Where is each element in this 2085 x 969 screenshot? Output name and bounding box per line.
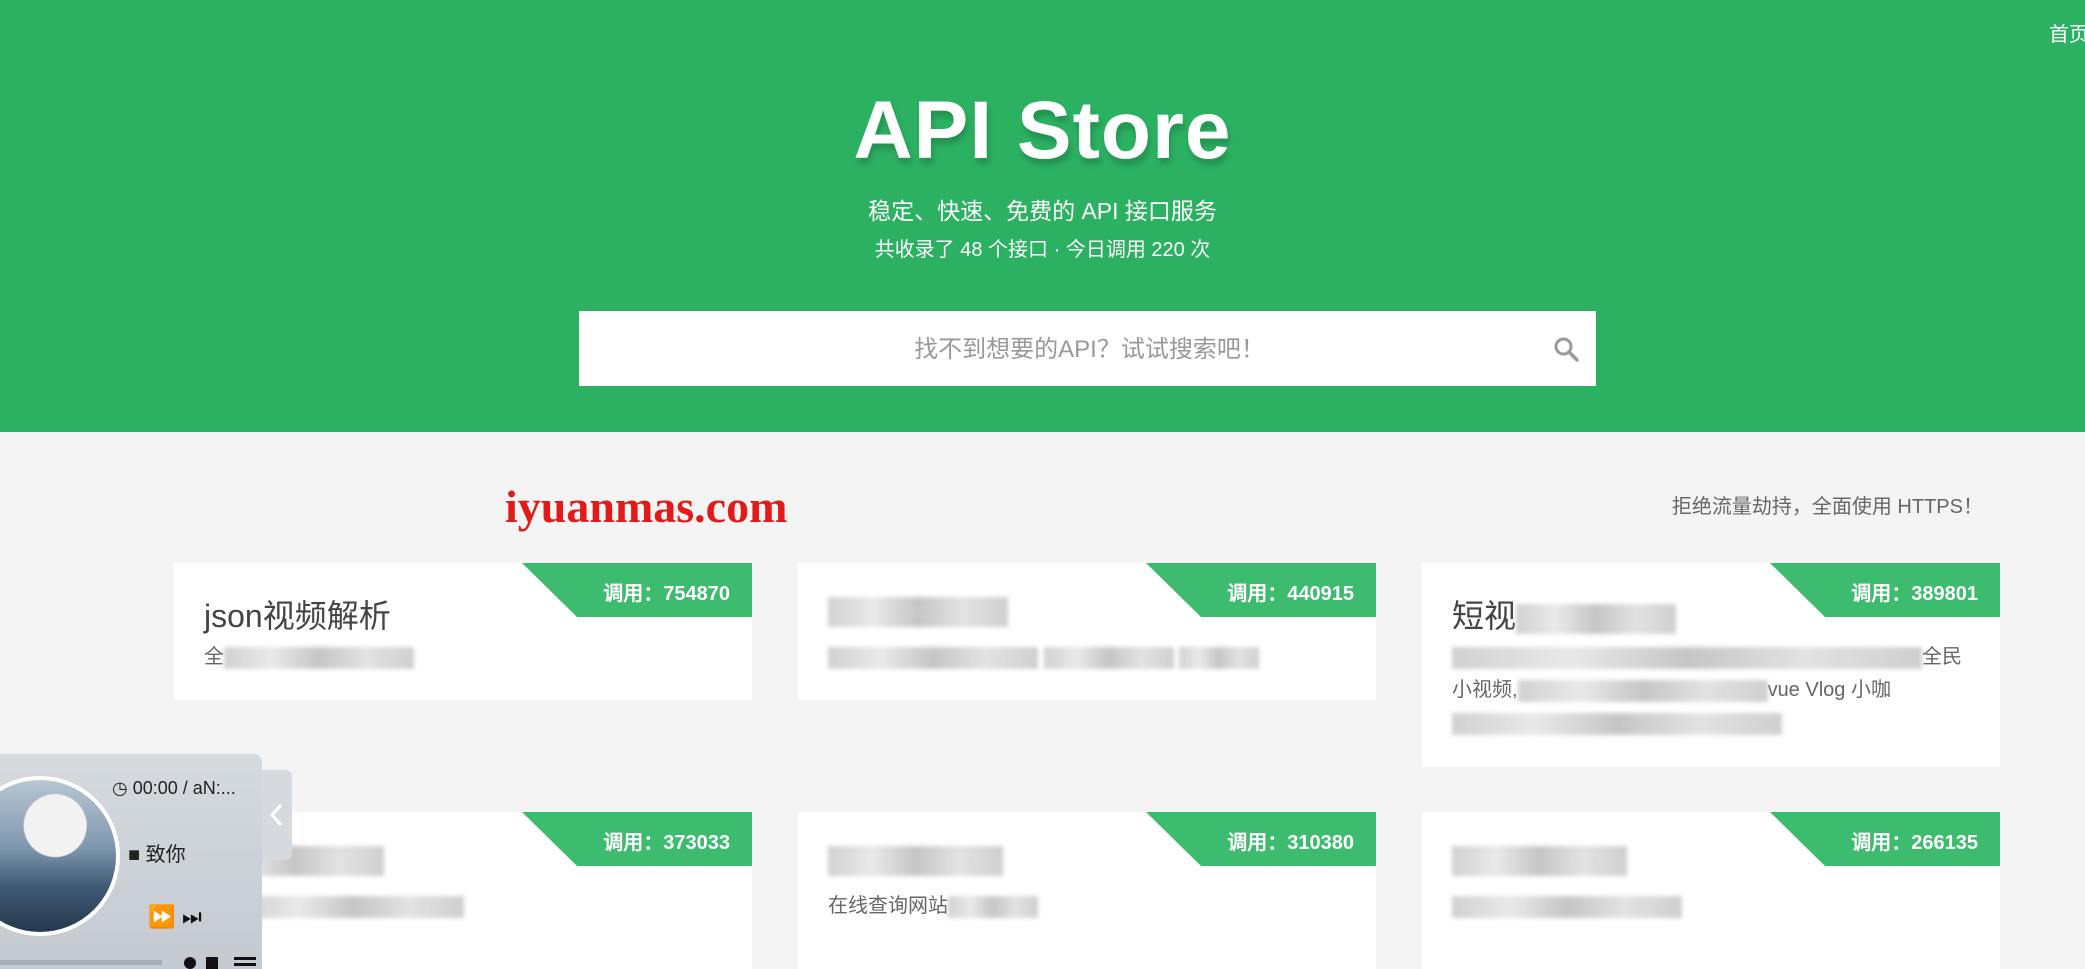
search-icon[interactable] (1552, 335, 1580, 363)
call-count: 调用：266135 (1851, 832, 1978, 854)
call-count: 调用：310380 (1227, 832, 1354, 854)
site-tagline: 稳定、快速、免费的 API 接口服务 (868, 198, 1217, 224)
music-player: ◷ 00:00 / aN:... ■ 致你 ⏩ ⏭ (0, 754, 262, 969)
card-desc-text: 在线查询网站 (828, 895, 948, 917)
call-count: 调用：373033 (603, 832, 730, 854)
card-desc (828, 641, 1338, 674)
api-card[interactable]: 调用：389801 短视 全民 小视频, vue Vlog 小咖 (1422, 563, 2000, 767)
card-title (828, 840, 1003, 877)
blurred-title (1452, 845, 1627, 876)
card-title: 短视 (1452, 591, 1677, 637)
play-button[interactable]: ⏩ (148, 904, 175, 930)
blurred-text (244, 895, 464, 918)
card-title (828, 591, 1008, 628)
blurred-text (1452, 712, 1782, 735)
card-desc: 全 (204, 641, 714, 674)
player-controls-bar (0, 957, 256, 969)
next-track-button[interactable]: ⏭ (182, 904, 202, 930)
playback-time-text: 00:00 / aN:... (132, 778, 236, 798)
hero-banner: 首页 API Store 稳定、快速、免费的 API 接口服务 共收录了 48 … (0, 0, 2085, 432)
loop-icon[interactable] (206, 957, 218, 969)
blurred-text (1452, 646, 1922, 669)
call-count: 调用：389801 (1851, 583, 1978, 605)
https-notice: 拒绝流量劫持，全面使用 HTTPS！ (1671, 496, 1983, 518)
blurred-title (828, 596, 1008, 627)
card-desc-text: 小视频, (1452, 679, 1518, 701)
playback-time: ◷ 00:00 / aN:... (112, 778, 236, 799)
blurred-text (224, 646, 414, 669)
blurred-text (948, 895, 1038, 918)
card-desc: 全民 小视频, vue Vlog 小咖 (1452, 641, 1962, 740)
blurred-text (1179, 646, 1260, 669)
call-count: 调用：440915 (1227, 583, 1354, 605)
site-stats: 共收录了 48 个接口 · 今日调用 220 次 (874, 239, 1211, 261)
card-title (1452, 840, 1627, 877)
search-input[interactable] (579, 311, 1600, 388)
card-desc-tail: 全民 (1922, 646, 1962, 668)
song-title: ■ 致你 (128, 838, 186, 867)
card-desc (1452, 890, 1962, 923)
site-logo: API Store (853, 85, 1232, 176)
blurred-title (1516, 603, 1677, 634)
blurred-text (1043, 646, 1174, 669)
folder-icon: ■ (128, 844, 141, 866)
song-title-text: 致你 (145, 844, 186, 866)
card-desc-text: vue Vlog 小咖 (1767, 679, 1891, 701)
playlist-icon[interactable] (234, 957, 256, 960)
api-card[interactable]: 调用：266135 (1422, 812, 2000, 969)
blurred-title (828, 845, 1003, 876)
nav-home-link[interactable]: 首页 (2049, 18, 2085, 47)
search-box (579, 311, 1600, 388)
card-title-text: 短视 (1452, 598, 1517, 634)
clock-icon: ◷ (112, 778, 128, 798)
volume-icon[interactable] (184, 957, 196, 969)
card-desc-text: 全 (204, 646, 224, 668)
blurred-text (1517, 679, 1768, 702)
watermark-text: iyuanmas.com (505, 481, 788, 532)
api-card[interactable]: 调用：310380 在线查询网站 (798, 812, 1376, 969)
card-desc: 在线查询网站 (828, 890, 1338, 923)
api-card[interactable]: 调用：754870 json视频解析 全 (174, 563, 752, 700)
call-count: 调用：754870 (603, 583, 730, 605)
blurred-text (828, 646, 1038, 669)
player-collapse-toggle[interactable] (262, 770, 292, 860)
api-card[interactable]: 调用：440915 (798, 563, 1376, 700)
chevron-left-icon (269, 803, 283, 827)
blurred-text (1452, 895, 1682, 918)
card-title: json视频解析 (204, 598, 391, 634)
card-desc: 根据 (204, 890, 714, 923)
album-cover[interactable] (0, 776, 120, 936)
